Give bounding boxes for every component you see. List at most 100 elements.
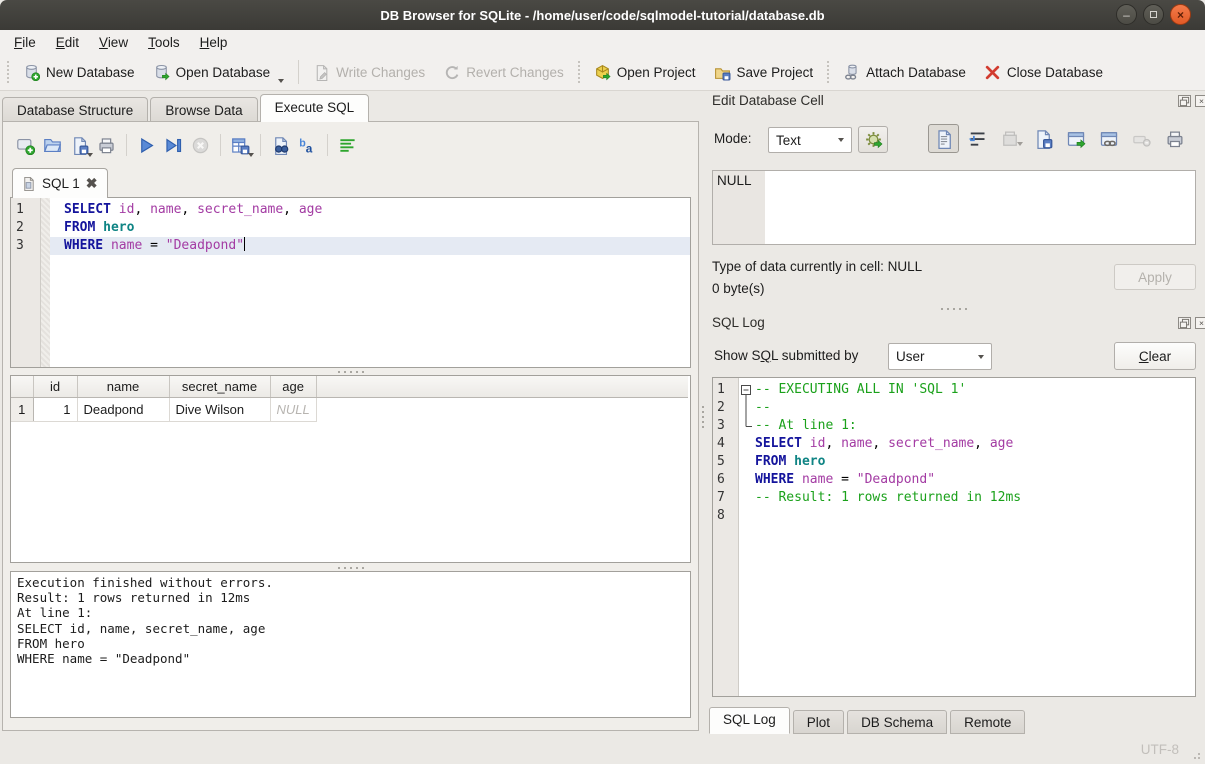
printf-button[interactable]: ba — [294, 132, 321, 158]
menu-item-edit[interactable]: Edit — [46, 33, 89, 52]
close-database-icon — [984, 64, 1001, 81]
fold-start-icon[interactable] — [739, 381, 755, 399]
row-header[interactable]: 1 — [11, 397, 33, 421]
toolbar-handle[interactable] — [578, 61, 580, 83]
editor-code-area[interactable]: SELECT id, name, secret_name, ageFROM he… — [50, 198, 690, 367]
menu-item-help[interactable]: Help — [190, 33, 238, 52]
column-header-name[interactable]: name — [77, 376, 169, 397]
result-cell[interactable]: Deadpond — [77, 397, 169, 421]
code-line[interactable]: SELECT id, name, secret_name, age — [50, 201, 690, 219]
close-tab-icon[interactable]: ✖ — [86, 175, 98, 192]
result-cell[interactable]: 1 — [33, 397, 77, 421]
dropdown-caret-icon — [1017, 142, 1023, 146]
result-cell[interactable]: Dive Wilson — [169, 397, 270, 421]
column-header-secret_name[interactable]: secret_name — [169, 376, 270, 397]
close-panel-icon[interactable]: × — [1195, 95, 1205, 107]
line-number: 2 — [11, 219, 40, 237]
save-project-button[interactable]: Save Project — [705, 57, 823, 87]
tab-browse-data[interactable]: Browse Data — [150, 97, 257, 122]
attach-database-button[interactable]: Attach Database — [834, 57, 975, 87]
sql-1-tab[interactable]: SQL 1 ✖ — [12, 168, 108, 198]
toolbar-separator — [220, 134, 221, 156]
log-filter-select[interactable]: User — [888, 343, 992, 370]
editor-results-splitter[interactable] — [10, 369, 691, 375]
sql-editor[interactable]: 123 SELECT id, name, secret_name, ageFRO… — [10, 197, 691, 368]
save-results-button[interactable] — [227, 132, 254, 158]
toolbar-button-label: Open Project — [617, 65, 696, 80]
execute-all-button[interactable] — [133, 132, 160, 158]
chevron-down-icon — [978, 355, 984, 359]
maximize-icon — [1150, 11, 1157, 18]
dropdown-caret-icon[interactable] — [87, 153, 93, 157]
column-header-age[interactable]: age — [270, 376, 316, 397]
code-line[interactable]: FROM hero — [50, 219, 690, 237]
close-database-button[interactable]: Close Database — [975, 57, 1112, 87]
open-database-button[interactable]: Open Database — [144, 57, 294, 87]
import-button — [994, 124, 1025, 153]
auto-switch-mode-button[interactable] — [858, 126, 888, 153]
menu-item-view[interactable]: View — [89, 33, 138, 52]
dock-tab-plot[interactable]: Plot — [793, 710, 844, 734]
execution-message: Execution finished without errors. Resul… — [10, 571, 691, 718]
log-line: -- Result: 1 rows returned in 12ms — [739, 489, 1195, 507]
tab-database-structure[interactable]: Database Structure — [2, 97, 148, 122]
status-bar: UTF-8 — [0, 734, 1205, 764]
open-project-button[interactable]: Open Project — [585, 57, 705, 87]
float-panel-icon[interactable] — [1178, 95, 1191, 107]
dock-tab-bar: SQL LogPlotDB SchemaRemote — [709, 707, 1028, 734]
minimize-button[interactable]: – — [1116, 4, 1137, 25]
log-code-area: -- EXECUTING ALL IN 'SQL 1'---- At line … — [739, 378, 1195, 696]
dock-tab-db-schema[interactable]: DB Schema — [847, 710, 947, 734]
text-mode-button[interactable] — [928, 124, 959, 153]
line-number: 6 — [713, 471, 738, 489]
export-button[interactable] — [1060, 124, 1091, 153]
set-null-icon — [1132, 129, 1152, 149]
dropdown-caret-icon[interactable] — [278, 79, 284, 83]
cell-editor-text[interactable] — [765, 171, 1195, 244]
code-line[interactable]: WHERE name = "Deadpond" — [50, 237, 690, 255]
text-mode-icon — [934, 129, 954, 149]
word-wrap-button[interactable] — [961, 124, 992, 153]
clear-log-button[interactable]: Clear — [1114, 342, 1196, 370]
print-button[interactable] — [1159, 124, 1190, 153]
apply-button: Apply — [1114, 264, 1196, 290]
menu-item-tools[interactable]: Tools — [138, 33, 190, 52]
print-button[interactable] — [93, 132, 120, 158]
toolbar-handle[interactable] — [7, 61, 9, 83]
resize-grip[interactable] — [1190, 749, 1202, 761]
log-line: -- EXECUTING ALL IN 'SQL 1' — [739, 381, 1195, 399]
dropdown-caret-icon[interactable] — [248, 153, 254, 157]
dock-tab-remote[interactable]: Remote — [950, 710, 1025, 734]
save-sql-icon — [70, 136, 89, 155]
link-button[interactable] — [1093, 124, 1124, 153]
mode-select[interactable]: Text — [768, 127, 852, 153]
result-cell[interactable]: NULL — [270, 397, 316, 421]
format-sql-button[interactable] — [334, 132, 361, 158]
title-bar[interactable]: DB Browser for SQLite - /home/user/code/… — [0, 0, 1205, 30]
float-panel-icon[interactable] — [1178, 317, 1191, 329]
maximize-button[interactable] — [1143, 4, 1164, 25]
print-icon — [97, 136, 116, 155]
panel-splitter[interactable] — [700, 405, 706, 429]
new-database-button[interactable]: New Database — [14, 57, 144, 87]
save-sql-button[interactable] — [66, 132, 93, 158]
set-null-button — [1126, 124, 1157, 153]
tab-execute-sql[interactable]: Execute SQL — [260, 94, 370, 122]
column-header-id[interactable]: id — [33, 376, 77, 397]
menu-item-file[interactable]: File — [4, 33, 46, 52]
close-button[interactable]: × — [1170, 4, 1191, 25]
cell-editor[interactable]: NULL — [712, 170, 1196, 245]
dock-splitter[interactable] — [712, 306, 1196, 312]
save-as-button[interactable] — [1027, 124, 1058, 153]
close-panel-icon[interactable]: × — [1195, 317, 1205, 329]
results-corner-header[interactable] — [11, 376, 33, 397]
open-sql-button[interactable] — [39, 132, 66, 158]
new-tab-button[interactable] — [12, 132, 39, 158]
find-replace-button[interactable] — [267, 132, 294, 158]
window-controls: – × — [1116, 4, 1191, 25]
execute-line-button[interactable] — [160, 132, 187, 158]
dock-tab-sql-log[interactable]: SQL Log — [709, 707, 790, 734]
toolbar-button-label: Open Database — [176, 65, 271, 80]
toolbar-handle[interactable] — [827, 61, 829, 83]
save-as-icon — [1033, 129, 1053, 149]
